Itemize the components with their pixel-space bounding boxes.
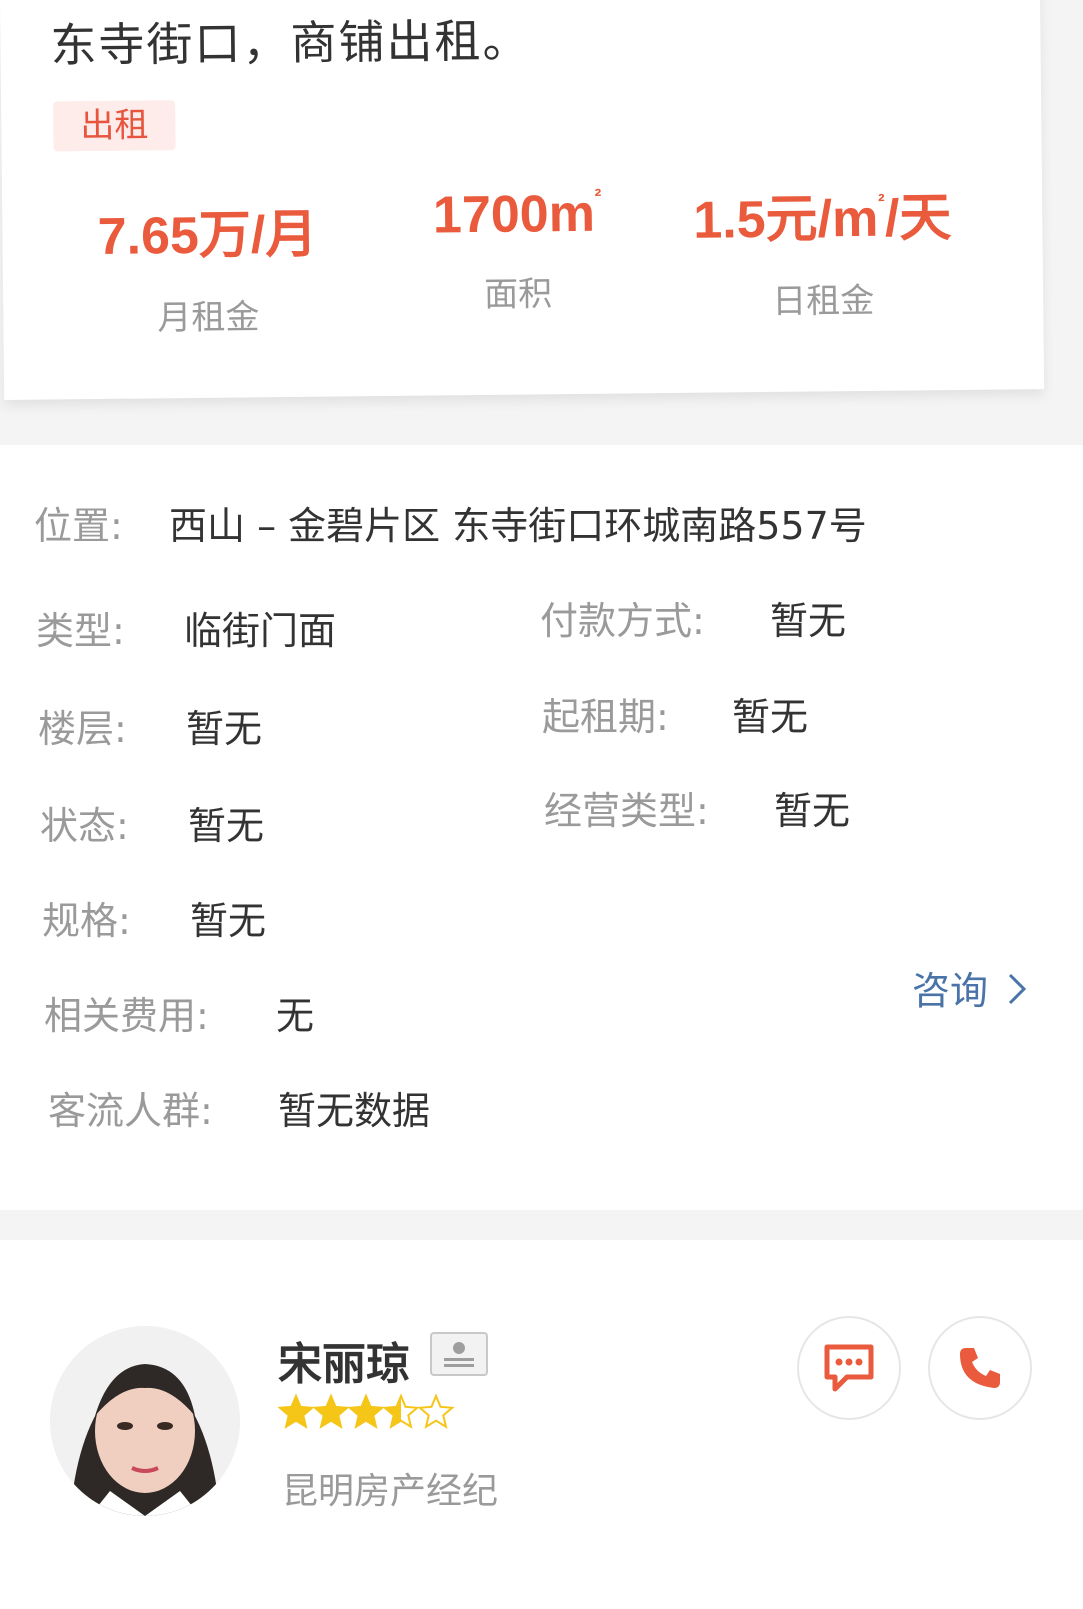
lease-value: 暂无: [732, 695, 809, 739]
business-type-value: 暂无: [774, 789, 851, 833]
crowd-value: 暂无数据: [278, 1089, 431, 1133]
fees-value: 无: [276, 994, 315, 1038]
call-button[interactable]: [928, 1316, 1032, 1420]
agent-name: 宋丽琼: [278, 1339, 410, 1390]
daily-rent-label: 日租金: [771, 280, 875, 322]
star-icon: [347, 1393, 385, 1429]
area-value: 1700m²: [432, 184, 602, 245]
fees-label: 相关费用:: [44, 994, 209, 1038]
chat-button[interactable]: [797, 1316, 901, 1420]
spec-row: 规格: 暂无: [42, 890, 266, 945]
location-row: 位置: 西山 – 金碧片区 东寺街口环城南路557号: [34, 495, 867, 550]
monthly-rent-value: 7.65万/月: [97, 205, 318, 266]
consult-label: 咨询: [912, 969, 989, 1013]
business-type-row: 经营类型: 暂无: [544, 780, 850, 835]
payment-label: 付款方式:: [540, 599, 705, 643]
monthly-rent-label: 月租金: [157, 297, 260, 339]
payment-value: 暂无: [770, 599, 847, 643]
status-value: 暂无: [188, 804, 265, 848]
type-label: 类型:: [36, 609, 125, 653]
rent-tag: 出租: [53, 100, 176, 152]
agent-company: 昆明房产经纪: [282, 1471, 499, 1512]
floor-label: 楼层:: [38, 707, 127, 751]
chevron-right-icon: [1009, 973, 1027, 1005]
listing-title: 东寺街口，商铺出租。: [50, 13, 531, 73]
agent-rating: [277, 1392, 458, 1441]
consult-link[interactable]: 咨询: [912, 960, 1028, 1015]
floor-row: 楼层: 暂无: [38, 698, 262, 753]
floor-value: 暂无: [186, 707, 263, 751]
daily-rent-stat: 1.5元/m²/天 日租金: [672, 175, 974, 324]
spec-label: 规格:: [42, 899, 131, 943]
chat-bubble-icon: [824, 1344, 874, 1392]
crowd-row: 客流人群: 暂无数据: [48, 1080, 430, 1135]
business-type-label: 经营类型:: [544, 789, 709, 833]
listing-summary-card: 东寺街口，商铺出租。 出租 7.65万/月 月租金 1700m² 面积 1.5元…: [0, 0, 1045, 400]
status-label: 状态:: [40, 804, 129, 848]
star-icon: [277, 1393, 315, 1429]
payment-row: 付款方式: 暂无: [540, 590, 846, 645]
type-value: 临街门面: [184, 609, 337, 653]
fees-row: 相关费用: 无: [44, 985, 314, 1040]
id-card-icon: [430, 1332, 488, 1376]
monthly-rent-stat: 7.65万/月 月租金: [57, 191, 359, 340]
lease-label: 起租期:: [542, 695, 669, 739]
star-icon: [382, 1393, 420, 1429]
spec-value: 暂无: [190, 899, 267, 943]
lease-row: 起租期: 暂无: [542, 686, 808, 741]
area-stat: 1700m² 面积: [367, 183, 668, 317]
location-label: 位置:: [34, 504, 123, 548]
crowd-label: 客流人群:: [48, 1089, 213, 1133]
type-row: 类型: 临街门面: [36, 600, 336, 655]
daily-rent-value: 1.5元/m²/天: [692, 189, 952, 250]
phone-icon: [960, 1348, 1000, 1388]
area-label: 面积: [483, 274, 553, 315]
star-icon: [417, 1393, 455, 1429]
star-icon: [312, 1393, 350, 1429]
agent-avatar[interactable]: [50, 1326, 240, 1516]
status-row: 状态: 暂无: [40, 795, 264, 850]
avatar-portrait: [50, 1326, 240, 1516]
location-value: 西山 – 金碧片区 东寺街口环城南路557号: [169, 504, 867, 548]
